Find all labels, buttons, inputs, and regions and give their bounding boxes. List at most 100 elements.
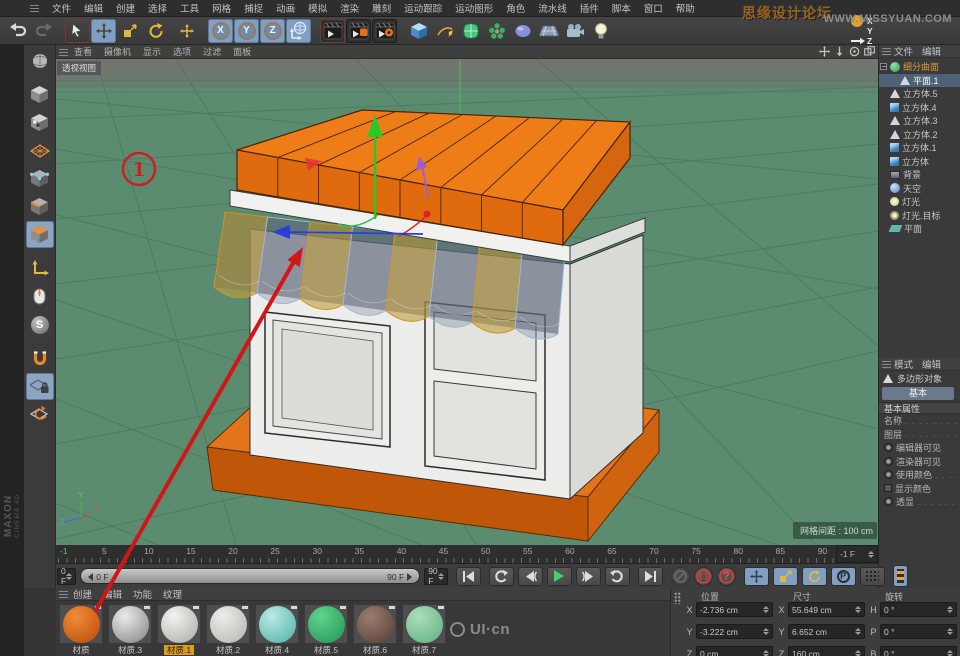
coord-input[interactable]: 0 ° bbox=[880, 646, 957, 656]
goto-end-icon[interactable] bbox=[638, 567, 663, 586]
viewport-menu-查看[interactable]: 查看 bbox=[74, 45, 92, 58]
rotate-workplane-icon[interactable] bbox=[26, 401, 54, 428]
menu-窗口[interactable]: 窗口 bbox=[644, 1, 663, 15]
object-立方体.5[interactable]: 立方体.5 bbox=[879, 87, 960, 101]
coord-input[interactable]: 0 cm bbox=[696, 646, 773, 656]
expand-icon[interactable] bbox=[880, 63, 887, 70]
material-材质.6[interactable]: 材质.6 bbox=[353, 604, 397, 655]
polygons-mode-icon[interactable] bbox=[26, 221, 54, 248]
record-disabled-icon[interactable] bbox=[671, 567, 690, 586]
magnet-icon[interactable] bbox=[26, 345, 54, 372]
attr-row-编辑器可见[interactable]: 编辑器可见 bbox=[879, 441, 960, 455]
om-menu-编辑[interactable]: 编辑 bbox=[922, 45, 941, 58]
material-menu-功能[interactable]: 功能 bbox=[133, 587, 152, 601]
previous-key-icon[interactable] bbox=[518, 567, 543, 586]
radio-icon[interactable] bbox=[884, 470, 893, 479]
play-forward-icon[interactable] bbox=[547, 567, 572, 586]
viewport-canvas[interactable]: 1 Y Z X 网格间距 : 100 cm bbox=[56, 59, 878, 545]
object-立方体.1[interactable]: 立方体.1 bbox=[879, 141, 960, 155]
record-keyframe-icon[interactable] bbox=[694, 567, 713, 586]
menu-文件[interactable]: 文件 bbox=[52, 1, 71, 15]
rotate-tool-icon[interactable] bbox=[143, 19, 168, 43]
scale-tool-icon[interactable] bbox=[117, 19, 142, 43]
attr-row-图层[interactable]: 图层. . . . . . . . bbox=[879, 428, 960, 442]
view-label[interactable]: 透视视图 bbox=[57, 61, 101, 75]
make-editable-icon[interactable] bbox=[26, 47, 54, 74]
coord-stepper[interactable] bbox=[855, 650, 861, 656]
coord-stepper[interactable] bbox=[855, 606, 861, 613]
timeline-end-stepper[interactable] bbox=[868, 551, 874, 558]
viewport-solo-icon[interactable] bbox=[26, 283, 54, 310]
object-立方体.3[interactable]: 立方体.3 bbox=[879, 114, 960, 128]
coord-stepper[interactable] bbox=[947, 628, 953, 635]
subdivision-surface-icon[interactable] bbox=[458, 19, 483, 43]
render-view-icon[interactable] bbox=[320, 19, 345, 43]
coord-stepper[interactable] bbox=[763, 628, 769, 635]
goto-start-icon[interactable] bbox=[456, 567, 481, 586]
lock-y-axis-icon[interactable]: Y bbox=[234, 19, 259, 43]
menu-动画[interactable]: 动画 bbox=[276, 1, 295, 15]
key-parameter-icon[interactable]: P bbox=[831, 567, 856, 586]
object-背景[interactable]: 背景 bbox=[879, 168, 960, 182]
menu-捕捉[interactable]: 捕捉 bbox=[244, 1, 263, 15]
coord-input[interactable]: -3.222 cm bbox=[696, 624, 773, 639]
material-材质.7[interactable]: 材质.7 bbox=[402, 604, 446, 655]
material-menu-编辑[interactable]: 编辑 bbox=[103, 587, 122, 601]
menu-角色[interactable]: 角色 bbox=[506, 1, 525, 15]
material-menu-纹理[interactable]: 纹理 bbox=[163, 587, 182, 601]
viewport-menu-过滤[interactable]: 过滤 bbox=[203, 45, 221, 58]
viewport[interactable]: 查看摄像机显示选项过滤面板 透视视图 bbox=[56, 45, 878, 545]
coord-input[interactable]: -2.736 cm bbox=[696, 602, 773, 617]
om-menu-文件[interactable]: 文件 bbox=[894, 45, 913, 58]
lock-workplane-icon[interactable] bbox=[26, 373, 54, 400]
deformer-icon[interactable] bbox=[510, 19, 535, 43]
spline-pen-icon[interactable] bbox=[432, 19, 457, 43]
render-settings-icon[interactable] bbox=[372, 19, 397, 43]
play-loop-icon[interactable] bbox=[605, 567, 630, 586]
mograph-cloner-icon[interactable] bbox=[484, 19, 509, 43]
last-tool-icon[interactable] bbox=[174, 19, 199, 43]
object-细分曲面[interactable]: 细分曲面 bbox=[879, 60, 960, 74]
move-tool-icon[interactable] bbox=[91, 19, 116, 43]
autokey-help-icon[interactable]: ? bbox=[717, 567, 736, 586]
attr-row-名称[interactable]: 名称. . . . . . . . bbox=[879, 414, 960, 428]
checkbox-icon[interactable] bbox=[884, 484, 892, 492]
current-frame-field[interactable]: 0 F bbox=[57, 568, 76, 585]
timeline-scrubber[interactable]: 0 F 90 F bbox=[80, 568, 420, 584]
material-材质.1[interactable]: 材质.1 bbox=[157, 604, 201, 655]
gizmo-red-handle[interactable] bbox=[424, 211, 431, 218]
menu-运动跟踪[interactable]: 运动跟踪 bbox=[404, 1, 442, 15]
object-灯光.目标[interactable]: 灯光.目标 bbox=[879, 209, 960, 223]
menu-选择[interactable]: 选择 bbox=[148, 1, 167, 15]
play-backward-loop-icon[interactable] bbox=[489, 567, 514, 586]
menu-网格[interactable]: 网格 bbox=[212, 1, 231, 15]
menu-模拟[interactable]: 模拟 bbox=[308, 1, 327, 15]
view-pan-icon[interactable] bbox=[819, 46, 830, 57]
scrubber-left-arrow-icon[interactable] bbox=[88, 573, 93, 581]
scrubber-right-arrow-icon[interactable] bbox=[407, 573, 412, 581]
light-icon[interactable] bbox=[588, 19, 613, 43]
object-平面.1[interactable]: 平面.1 bbox=[879, 74, 960, 88]
model-mode-icon[interactable] bbox=[26, 81, 54, 108]
menu-创建[interactable]: 创建 bbox=[116, 1, 135, 15]
menu-工具[interactable]: 工具 bbox=[180, 1, 199, 15]
coordinate-system-icon[interactable] bbox=[286, 19, 311, 43]
tab-basic[interactable]: 基本 bbox=[882, 387, 954, 400]
coord-input[interactable]: 160 cm bbox=[788, 646, 865, 656]
coord-stepper[interactable] bbox=[855, 628, 861, 635]
radio-icon[interactable] bbox=[884, 443, 893, 452]
timeline-ruler[interactable]: -151015202530354045505560657075808590 bbox=[56, 545, 836, 564]
edges-mode-icon[interactable] bbox=[26, 193, 54, 220]
key-rotation-icon[interactable] bbox=[802, 567, 827, 586]
attr-menu-编辑[interactable]: 编辑 bbox=[922, 357, 941, 371]
workplane-mode-icon[interactable] bbox=[26, 137, 54, 164]
attr-row-使用颜色[interactable]: 使用颜色. . . . . . . . bbox=[879, 468, 960, 482]
coord-stepper[interactable] bbox=[763, 606, 769, 613]
render-to-picture-icon[interactable] bbox=[346, 19, 371, 43]
range-max-stepper[interactable] bbox=[438, 573, 444, 580]
texture-mode-icon[interactable] bbox=[26, 109, 54, 136]
viewport-menu-选项[interactable]: 选项 bbox=[173, 45, 191, 58]
key-scale-icon[interactable] bbox=[773, 567, 798, 586]
coord-input[interactable]: 6.652 cm bbox=[788, 624, 865, 639]
object-立方体[interactable]: 立方体 bbox=[879, 155, 960, 169]
